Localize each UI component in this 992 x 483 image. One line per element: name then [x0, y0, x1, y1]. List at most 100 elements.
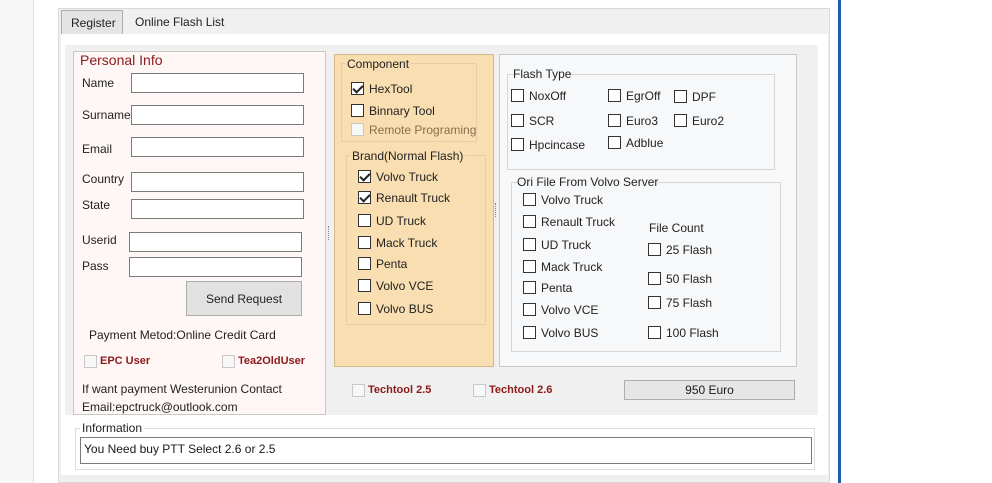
egroff-checkbox[interactable] — [608, 89, 621, 102]
ori-volvo-truck-checkbox[interactable] — [523, 193, 536, 206]
brand-title: Brand(Normal Flash) — [350, 149, 466, 163]
flash-25-checkbox[interactable] — [648, 243, 661, 256]
file-count-title: File Count — [649, 221, 704, 235]
country-label: Country — [82, 172, 125, 186]
personal-info-title: Personal Info — [80, 52, 163, 68]
splitter-grip-right[interactable] — [495, 203, 497, 217]
epc-user-label: EPC User — [100, 355, 151, 367]
euro3-label: Euro3 — [626, 114, 659, 128]
flash-75-label: 75 Flash — [666, 296, 713, 310]
name-input[interactable] — [131, 73, 304, 93]
ori-renault-truck-checkbox[interactable] — [523, 215, 536, 228]
ori-ud-truck-label: UD Truck — [541, 238, 592, 252]
send-request-button[interactable]: Send Request — [186, 281, 302, 316]
noxoff-checkbox[interactable] — [511, 89, 524, 102]
noxoff-label: NoxOff — [529, 89, 567, 103]
country-input[interactable] — [131, 172, 304, 192]
window-right-area — [841, 0, 992, 483]
ori-mack-truck-checkbox[interactable] — [523, 260, 536, 273]
surname-input[interactable] — [131, 105, 304, 125]
remote-programing-checkbox[interactable] — [351, 123, 364, 136]
hpcincase-checkbox[interactable] — [511, 138, 524, 151]
techtool-25-checkbox[interactable] — [352, 384, 365, 397]
hpcincase-label: Hpcincase — [529, 138, 586, 152]
tab-online-flash-list-label: Online Flash List — [135, 15, 225, 29]
component-title: Component — [345, 57, 412, 71]
flash-75-checkbox[interactable] — [648, 296, 661, 309]
information-title: Information — [80, 421, 145, 435]
scr-label: SCR — [529, 114, 555, 128]
information-text: You Need buy PTT Select 2.6 or 2.5 — [84, 442, 276, 456]
techtool-26-checkbox[interactable] — [473, 384, 486, 397]
ori-penta-checkbox[interactable] — [523, 281, 536, 294]
adblue-label: Adblue — [626, 136, 664, 150]
brand-ud-truck-label: UD Truck — [376, 214, 427, 228]
scr-checkbox[interactable] — [511, 114, 524, 127]
flash-50-label: 50 Flash — [666, 272, 713, 286]
brand-mack-truck-checkbox[interactable] — [358, 236, 371, 249]
techtool-25-label: Techtool 2.5 — [368, 384, 432, 396]
brand-mack-truck-label: Mack Truck — [376, 236, 438, 250]
dpf-checkbox[interactable] — [674, 90, 687, 103]
hextool-label: HexTool — [369, 82, 413, 96]
state-label: State — [82, 198, 111, 212]
ori-volvo-bus-checkbox[interactable] — [523, 326, 536, 339]
binnary-tool-label: Binnary Tool — [369, 104, 435, 118]
epc-user-checkbox[interactable] — [84, 355, 97, 368]
state-input[interactable] — [131, 199, 304, 219]
brand-renault-truck-label: Renault Truck — [376, 191, 451, 205]
ori-volvo-truck-label: Volvo Truck — [541, 193, 604, 207]
brand-penta-checkbox[interactable] — [358, 257, 371, 270]
ori-volvo-vce-label: Volvo VCE — [541, 303, 599, 317]
ori-volvo-vce-checkbox[interactable] — [523, 303, 536, 316]
western-union-text: If want payment Westerunion Contact — [82, 382, 282, 396]
ori-volvo-bus-label: Volvo BUS — [541, 326, 599, 340]
name-label: Name — [82, 76, 115, 90]
adblue-checkbox[interactable] — [608, 136, 621, 149]
tab-register[interactable]: Register — [61, 10, 123, 35]
price-text: 950 Euro — [685, 383, 734, 397]
surname-label: Surname — [82, 108, 131, 122]
euro2-label: Euro2 — [692, 114, 725, 128]
brand-penta-label: Penta — [376, 257, 408, 271]
tab-register-label: Register — [71, 16, 116, 30]
information-textbox[interactable]: You Need buy PTT Select 2.6 or 2.5 — [80, 437, 812, 464]
pass-input[interactable] — [129, 257, 302, 277]
ori-penta-label: Penta — [541, 281, 573, 295]
price-display: 950 Euro — [624, 380, 795, 400]
ori-renault-truck-label: Renault Truck — [541, 215, 616, 229]
userid-input[interactable] — [129, 232, 302, 252]
tab-online-flash-list[interactable]: Online Flash List — [123, 12, 243, 34]
egroff-label: EgrOff — [626, 89, 661, 103]
pass-label: Pass — [82, 259, 109, 273]
dpf-label: DPF — [692, 90, 716, 104]
brand-volvo-truck-checkbox[interactable] — [358, 170, 371, 183]
flash-100-label: 100 Flash — [666, 326, 719, 340]
brand-renault-truck-checkbox[interactable] — [358, 191, 371, 204]
tea2-old-user-label: Tea2OldUser — [238, 355, 306, 367]
hextool-checkbox[interactable] — [351, 82, 364, 95]
techtool-26-label: Techtool 2.6 — [489, 384, 553, 396]
remote-programing-label: Remote Programing — [369, 123, 477, 137]
brand-volvo-vce-label: Volvo VCE — [376, 279, 434, 293]
tea2-old-user-checkbox[interactable] — [222, 355, 235, 368]
ori-ud-truck-checkbox[interactable] — [523, 238, 536, 251]
binnary-tool-checkbox[interactable] — [351, 104, 364, 117]
splitter-grip-left[interactable] — [328, 226, 330, 240]
brand-volvo-truck-label: Volvo Truck — [376, 170, 439, 184]
userid-label: Userid — [82, 233, 117, 247]
euro3-checkbox[interactable] — [608, 114, 621, 127]
flash-50-checkbox[interactable] — [648, 272, 661, 285]
flash-type-title: Flash Type — [513, 67, 572, 81]
ori-mack-truck-label: Mack Truck — [541, 260, 603, 274]
euro2-checkbox[interactable] — [674, 114, 687, 127]
brand-volvo-bus-checkbox[interactable] — [358, 302, 371, 315]
brand-volvo-vce-checkbox[interactable] — [358, 279, 371, 292]
window-left-gutter — [0, 0, 34, 483]
flash-100-checkbox[interactable] — [648, 326, 661, 339]
brand-ud-truck-checkbox[interactable] — [358, 214, 371, 227]
payment-method-text: Payment Metod:Online Credit Card — [89, 328, 276, 342]
brand-volvo-bus-label: Volvo BUS — [376, 302, 434, 316]
email-label: Email — [82, 142, 113, 156]
email-input[interactable] — [131, 137, 304, 157]
